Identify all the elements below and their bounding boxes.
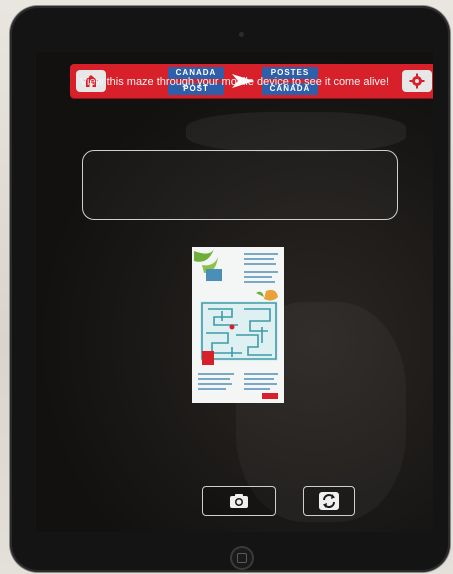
instruction-text: View this maze through your mobile devic… <box>79 76 390 88</box>
screen-reflection <box>186 112 406 152</box>
front-camera <box>239 32 244 37</box>
instruction-box <box>82 150 398 220</box>
maze-image <box>192 247 284 403</box>
maze-illustration <box>194 249 278 399</box>
refresh-button[interactable] <box>303 486 355 516</box>
camera-icon <box>230 494 248 508</box>
camera-button[interactable] <box>202 486 276 516</box>
device-home-button[interactable] <box>230 546 254 570</box>
app-screen: CANADA POST POSTES CANADA View this maze… <box>36 52 433 532</box>
tablet-frame: CANADA POST POSTES CANADA View this maze… <box>10 6 450 572</box>
refresh-icon <box>319 492 339 510</box>
